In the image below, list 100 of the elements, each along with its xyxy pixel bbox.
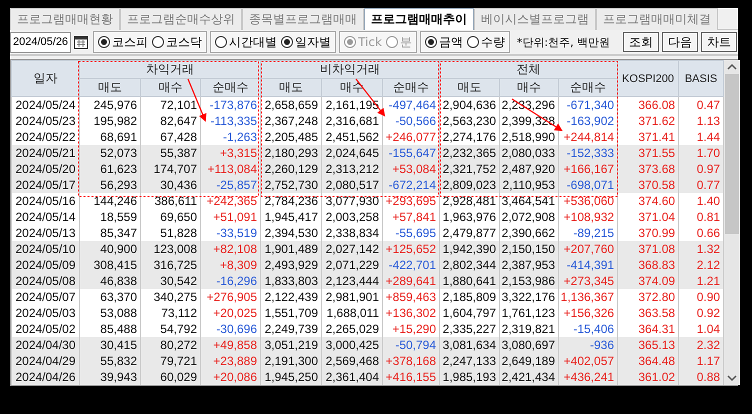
tab[interactable]: 프로그램매매현황 bbox=[10, 8, 120, 30]
table-cell: 1,985,193 bbox=[440, 369, 500, 385]
table-cell: 3,080,697 bbox=[500, 337, 559, 353]
toolbar-button[interactable]: 차트 bbox=[701, 32, 737, 52]
table-cell: 374.09 bbox=[618, 273, 679, 289]
table-cell: 2024/05/14 bbox=[12, 209, 80, 225]
table-cell: 371.55 bbox=[618, 145, 679, 161]
table-cell: 56,293 bbox=[80, 177, 140, 193]
table-cell: +436,241 bbox=[558, 369, 618, 385]
table-cell: 30,436 bbox=[140, 177, 200, 193]
table-cell: 2024/05/03 bbox=[12, 305, 80, 321]
table-cell: 2,487,920 bbox=[500, 161, 559, 177]
tab[interactable]: 프로그램매매추이 bbox=[364, 8, 474, 30]
radio-label[interactable]: 시간대별 bbox=[229, 34, 278, 50]
column-header: 매수 bbox=[140, 78, 200, 96]
table-cell: 40,900 bbox=[80, 241, 140, 257]
toolbar-button[interactable]: 조회 bbox=[623, 32, 659, 52]
column-header: 순매수 bbox=[558, 78, 618, 96]
table-cell: 2,649,189 bbox=[500, 353, 559, 369]
table-cell: 2,658,659 bbox=[260, 96, 322, 113]
table-cell: +108,932 bbox=[558, 209, 618, 225]
table-cell: +3,315 bbox=[200, 145, 261, 161]
table-cell: 2,321,752 bbox=[440, 161, 500, 177]
table-cell: -163,902 bbox=[558, 113, 618, 129]
tab[interactable]: 프로그램순매수상위 bbox=[120, 8, 242, 30]
radio-label[interactable]: 코스닥 bbox=[166, 34, 202, 50]
column-header: 순매수 bbox=[382, 78, 440, 96]
scroll-thumb[interactable] bbox=[725, 74, 739, 234]
table-cell: 82,647 bbox=[140, 113, 200, 129]
calendar-icon[interactable] bbox=[74, 36, 88, 48]
radio-button[interactable] bbox=[281, 36, 294, 48]
table-cell: 316,725 bbox=[140, 257, 200, 273]
table-cell: 1.21 bbox=[678, 273, 724, 289]
radio-button[interactable] bbox=[215, 36, 228, 48]
table-cell: 365.13 bbox=[618, 337, 679, 353]
table-cell: -173,876 bbox=[200, 96, 261, 113]
table-cell: 30,415 bbox=[80, 337, 140, 353]
tab[interactable]: 프로그램매매미체결 bbox=[596, 8, 718, 30]
table-cell: 2024/05/20 bbox=[12, 161, 80, 177]
table-cell: 195,982 bbox=[80, 113, 140, 129]
table-cell: 2024/05/08 bbox=[12, 273, 80, 289]
group-header: 전체 bbox=[440, 60, 618, 78]
table-cell: +82,108 bbox=[200, 241, 261, 257]
table-cell: 46,838 bbox=[80, 273, 140, 289]
table-cell: 2024/04/26 bbox=[12, 369, 80, 385]
table-cell: 3,077,930 bbox=[322, 193, 383, 209]
table-cell: 2,123,444 bbox=[322, 273, 383, 289]
table-cell: 52,073 bbox=[80, 145, 140, 161]
table-cell: +57,841 bbox=[382, 209, 440, 225]
table-cell: +113,084 bbox=[200, 161, 261, 177]
table-cell: 2024/05/10 bbox=[12, 241, 80, 257]
table-cell: 2,080,033 bbox=[500, 145, 559, 161]
table-cell: 30,542 bbox=[140, 273, 200, 289]
column-header: 매수 bbox=[322, 78, 383, 96]
tab[interactable]: 베이시스별프로그램 bbox=[474, 8, 596, 30]
date-field[interactable]: 2024/05/26 bbox=[10, 32, 72, 52]
tab[interactable]: 종목별프로그램매매 bbox=[242, 8, 364, 30]
radio-label[interactable]: 수량 bbox=[480, 34, 505, 50]
table-cell: +8,309 bbox=[200, 257, 261, 273]
table-cell: 60,029 bbox=[140, 369, 200, 385]
toolbar-button[interactable]: 다음 bbox=[662, 32, 698, 52]
table-cell: +53,084 bbox=[382, 161, 440, 177]
radio-button[interactable] bbox=[152, 36, 164, 48]
table-cell: 2024/05/09 bbox=[12, 257, 80, 273]
table-cell: 3,464,541 bbox=[500, 193, 559, 209]
table-cell: 2,387,953 bbox=[500, 257, 559, 273]
table-cell: +20,025 bbox=[200, 305, 261, 321]
table-cell: -671,340 bbox=[558, 96, 618, 113]
radio-button[interactable] bbox=[98, 36, 110, 48]
table-cell: 123,008 bbox=[140, 241, 200, 257]
table-cell: 1.17 bbox=[678, 353, 724, 369]
table-cell: +51,091 bbox=[200, 209, 261, 225]
group-header: 비차익거래 bbox=[260, 60, 440, 78]
table-cell: 2024/04/30 bbox=[12, 337, 80, 353]
radio-button[interactable] bbox=[424, 36, 437, 48]
table-cell: 366.08 bbox=[618, 96, 679, 113]
scrollbar[interactable] bbox=[723, 60, 740, 385]
table-cell: 1,688,011 bbox=[322, 305, 383, 321]
table-cell: 69,650 bbox=[140, 209, 200, 225]
table-cell: +20,086 bbox=[200, 369, 261, 385]
table-cell: 363.58 bbox=[618, 305, 679, 321]
table-cell: 2,024,645 bbox=[322, 145, 383, 161]
table-cell: 2,981,901 bbox=[322, 289, 383, 305]
table-cell: +289,641 bbox=[382, 273, 440, 289]
table-cell: 3,051,219 bbox=[260, 337, 322, 353]
radio-label[interactable]: 일자별 bbox=[295, 34, 332, 50]
table-cell: +242,365 bbox=[200, 193, 261, 209]
table-cell: 1,945,250 bbox=[260, 369, 322, 385]
table-cell: 2.32 bbox=[678, 337, 724, 353]
radio-label[interactable]: 금액 bbox=[438, 34, 463, 50]
table-cell: 174,707 bbox=[140, 161, 200, 177]
table-cell: 1.32 bbox=[678, 241, 724, 257]
radio-button[interactable] bbox=[466, 36, 479, 48]
table-cell: 2,003,258 bbox=[322, 209, 383, 225]
table-cell: 53,088 bbox=[80, 305, 140, 321]
table-cell: +207,760 bbox=[558, 241, 618, 257]
table-cell: 0.97 bbox=[678, 161, 724, 177]
table-cell: 1,604,797 bbox=[440, 305, 500, 321]
table-cell: 18,559 bbox=[80, 209, 140, 225]
radio-label[interactable]: 코스피 bbox=[112, 34, 148, 50]
